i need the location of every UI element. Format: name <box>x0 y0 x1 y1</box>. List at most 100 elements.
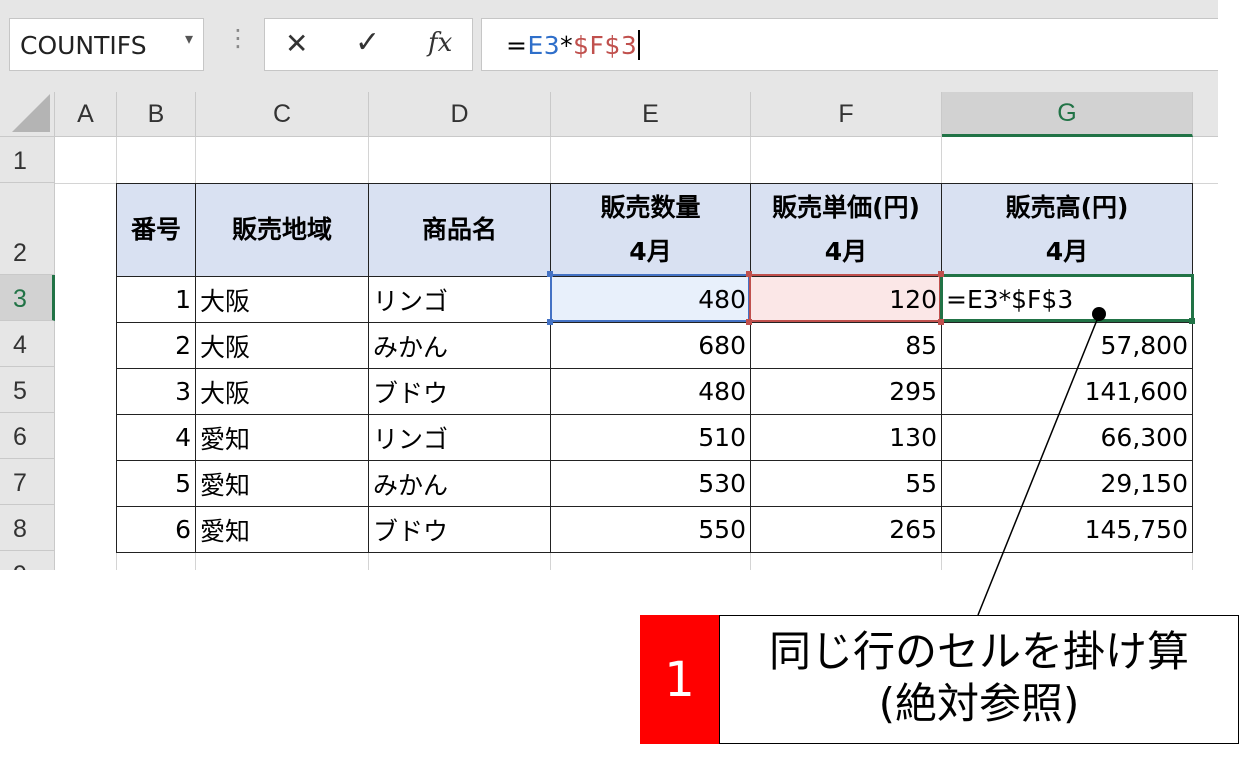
select-all-corner[interactable] <box>0 92 55 137</box>
col-header-c[interactable]: C <box>196 92 369 137</box>
resize-handle[interactable] <box>938 319 944 325</box>
table-header-row: 番号 販売地域 商品名 販売数量 4月 販売単価(円) 4月 販売高(円) 4月 <box>116 183 1193 277</box>
header-product[interactable]: 商品名 <box>368 183 551 277</box>
select-all-icon <box>12 94 50 132</box>
cell-product[interactable]: リンゴ <box>368 276 551 323</box>
fill-handle[interactable] <box>1189 318 1195 324</box>
cell-product[interactable]: ブドウ <box>368 506 551 553</box>
header-qty-line1: 販売数量 <box>600 193 701 222</box>
cell-qty-e3[interactable]: 480 <box>550 276 751 323</box>
cell-sales[interactable]: 145,750 <box>941 506 1193 553</box>
cell-sales[interactable]: 66,300 <box>941 414 1193 461</box>
row-header-3[interactable]: 3 <box>0 275 55 321</box>
spreadsheet-grid: A B C D E F G 1 2 3 4 5 6 7 8 9 番号 販売地域 … <box>0 92 1218 570</box>
name-box[interactable]: COUNTIFS ▾ <box>9 18 204 71</box>
col-header-g[interactable]: G <box>942 92 1193 137</box>
cell-sales[interactable]: 57,800 <box>941 322 1193 369</box>
table-row: 2 大阪 みかん 680 85 57,800 <box>116 322 1193 369</box>
cell-no[interactable]: 5 <box>116 460 196 507</box>
cell-qty[interactable]: 510 <box>550 414 751 461</box>
cell-product[interactable]: みかん <box>368 322 551 369</box>
col-header-h[interactable] <box>1193 92 1218 137</box>
cell-region[interactable]: 愛知 <box>195 506 369 553</box>
callout-number-badge: 1 <box>640 615 719 744</box>
formula-ref-f3: $F$3 <box>573 31 638 60</box>
cell-product[interactable]: みかん <box>368 460 551 507</box>
chevron-down-icon[interactable]: ▾ <box>185 29 193 48</box>
cell-qty[interactable]: 680 <box>550 322 751 369</box>
formula-equals: = <box>506 31 528 60</box>
header-sales-line2: 4月 <box>1045 237 1089 266</box>
cell-qty[interactable]: 530 <box>550 460 751 507</box>
resize-handle[interactable] <box>746 319 752 325</box>
resize-handle[interactable] <box>746 271 752 277</box>
header-qty-line2: 4月 <box>629 237 672 266</box>
cell-price-f3[interactable]: 120 <box>750 276 942 323</box>
cell-region[interactable]: 大阪 <box>195 322 369 369</box>
cell-sales[interactable]: 29,150 <box>941 460 1193 507</box>
row-header-8[interactable]: 8 <box>0 505 55 551</box>
cell-product[interactable]: ブドウ <box>368 368 551 415</box>
cell-sales-g3-editing[interactable]: =E3*$F$3 <box>941 276 1193 323</box>
table-row: 1 大阪 リンゴ 480 120 =E3*$F$3 <box>116 276 1193 323</box>
header-sales[interactable]: 販売高(円) 4月 <box>941 183 1193 277</box>
cancel-icon[interactable]: ✕ <box>285 30 308 58</box>
row-header-5[interactable]: 5 <box>0 367 55 413</box>
col-header-a[interactable]: A <box>55 92 117 137</box>
cell-no[interactable]: 4 <box>116 414 196 461</box>
cell-no[interactable]: 1 <box>116 276 196 323</box>
header-region[interactable]: 販売地域 <box>195 183 369 277</box>
resize-handle[interactable] <box>547 271 553 277</box>
cell-region[interactable]: 愛知 <box>195 460 369 507</box>
table-row: 6 愛知 ブドウ 550 265 145,750 <box>116 506 1193 553</box>
cell-product[interactable]: リンゴ <box>368 414 551 461</box>
cell-qty[interactable]: 480 <box>550 368 751 415</box>
callout-line1: 同じ行のセルを掛け算 <box>768 627 1189 676</box>
drag-handle-icon[interactable]: ⋮ <box>226 26 250 50</box>
callout-line2: (絶対参照) <box>878 679 1080 728</box>
formula-operator: * <box>560 31 574 60</box>
cell-no[interactable]: 6 <box>116 506 196 553</box>
formula-buttons: ✕ ✓ fx <box>264 18 473 71</box>
col-header-d[interactable]: D <box>369 92 551 137</box>
cell-no[interactable]: 2 <box>116 322 196 369</box>
table-row: 3 大阪 ブドウ 480 295 141,600 <box>116 368 1193 415</box>
row-header-9[interactable]: 9 <box>0 551 55 570</box>
header-qty[interactable]: 販売数量 4月 <box>550 183 751 277</box>
col-header-f[interactable]: F <box>751 92 942 137</box>
row-header-2[interactable]: 2 <box>0 183 55 275</box>
resize-handle[interactable] <box>547 319 553 325</box>
cell-price[interactable]: 265 <box>750 506 942 553</box>
text-caret <box>638 30 641 60</box>
callout-box: 同じ行のセルを掛け算 (絶対参照) <box>719 615 1239 744</box>
cell-region[interactable]: 愛知 <box>195 414 369 461</box>
checkmark-icon[interactable]: ✓ <box>355 28 380 58</box>
row-header-1[interactable]: 1 <box>0 137 55 183</box>
row-header-6[interactable]: 6 <box>0 413 55 459</box>
cell-price[interactable]: 130 <box>750 414 942 461</box>
col-header-b[interactable]: B <box>117 92 196 137</box>
formula-bar-area: COUNTIFS ▾ ⋮ ✕ ✓ fx =E3*$F$3 <box>0 0 1218 92</box>
cell-sales[interactable]: 141,600 <box>941 368 1193 415</box>
header-no[interactable]: 番号 <box>116 183 196 277</box>
resize-handle[interactable] <box>938 271 944 277</box>
table-row: 5 愛知 みかん 530 55 29,150 <box>116 460 1193 507</box>
row-header-4[interactable]: 4 <box>0 321 55 367</box>
header-price-line1: 販売単価(円) <box>772 193 920 222</box>
header-price[interactable]: 販売単価(円) 4月 <box>750 183 942 277</box>
formula-input[interactable]: =E3*$F$3 <box>481 18 1218 71</box>
formula-text: =E3*$F$3 <box>506 30 641 60</box>
header-price-line2: 4月 <box>824 237 868 266</box>
cell-no[interactable]: 3 <box>116 368 196 415</box>
cell-price[interactable]: 295 <box>750 368 942 415</box>
cell-region[interactable]: 大阪 <box>195 276 369 323</box>
row-header-7[interactable]: 7 <box>0 459 55 505</box>
col-header-e[interactable]: E <box>551 92 751 137</box>
cell-qty[interactable]: 550 <box>550 506 751 553</box>
name-box-value: COUNTIFS <box>20 31 147 60</box>
cell-region[interactable]: 大阪 <box>195 368 369 415</box>
cell-price[interactable]: 55 <box>750 460 942 507</box>
cell-price[interactable]: 85 <box>750 322 942 369</box>
formula-ref-e3: E3 <box>527 31 561 60</box>
insert-function-icon[interactable]: fx <box>428 30 452 56</box>
